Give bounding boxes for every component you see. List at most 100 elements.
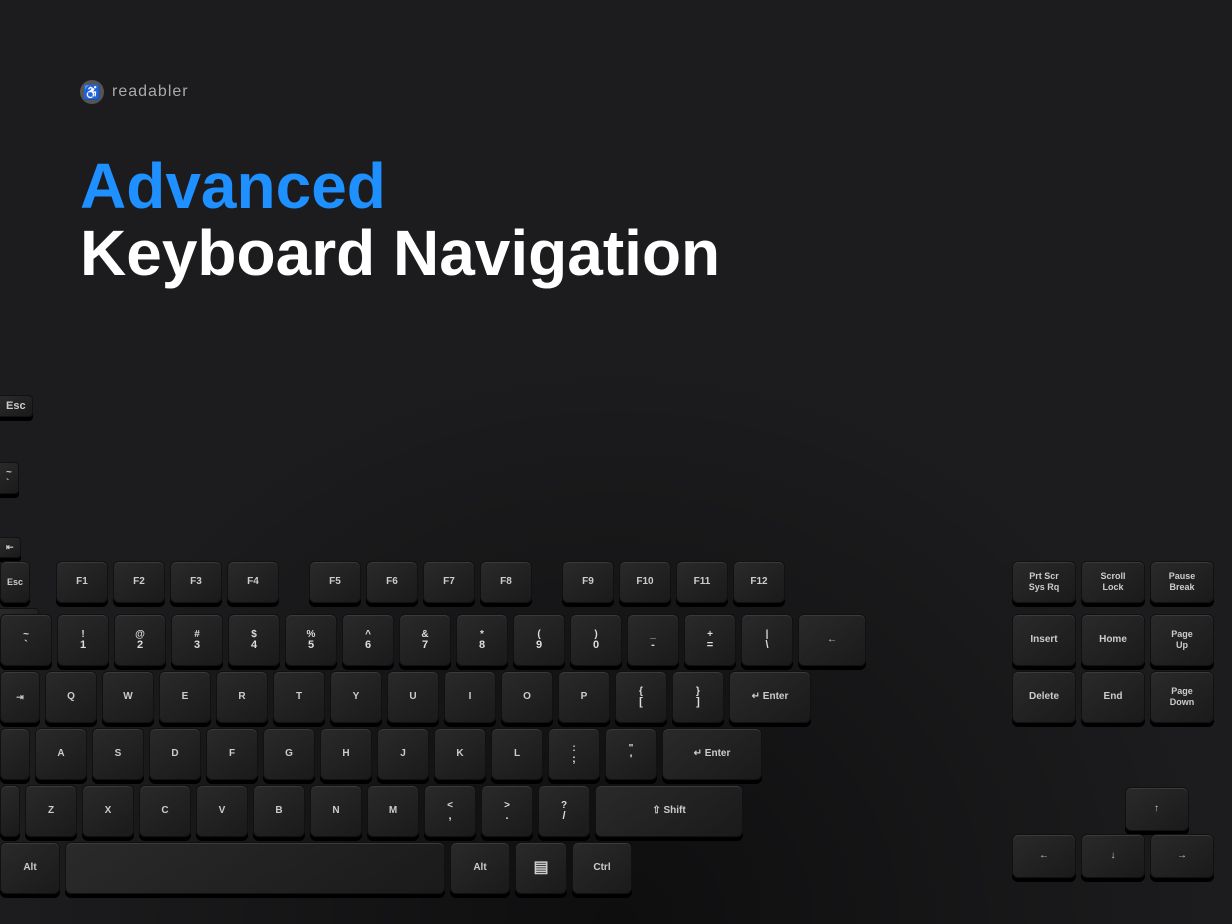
- key-delete[interactable]: Delete: [1012, 671, 1076, 723]
- key-space[interactable]: [65, 842, 445, 894]
- key-enter-wide[interactable]: ↵ Enter: [662, 728, 762, 780]
- key-q[interactable]: Q: [45, 671, 97, 723]
- key-caps-partial[interactable]: [0, 728, 30, 780]
- key-rshift[interactable]: ⇧ Shift: [595, 785, 743, 837]
- key-1[interactable]: ! 1: [57, 614, 109, 666]
- key-period[interactable]: > .: [481, 785, 533, 837]
- key-p[interactable]: P: [558, 671, 610, 723]
- key-8[interactable]: * 8: [456, 614, 508, 666]
- key-f[interactable]: F: [206, 728, 258, 780]
- key-r[interactable]: R: [216, 671, 268, 723]
- key-f4[interactable]: F4: [227, 561, 279, 603]
- key-v[interactable]: V: [196, 785, 248, 837]
- nav-spacer: [1012, 728, 1232, 782]
- key-f12[interactable]: F12: [733, 561, 785, 603]
- key-6[interactable]: ^ 6: [342, 614, 394, 666]
- asdf-row: A S D F G H J K L : ; " ' ↵ Enter: [0, 728, 1000, 780]
- qwerty-row: ⇥ Q W E R T Y U I O P { [ } ] ↵ Enter: [0, 671, 1000, 723]
- key-up[interactable]: ↑: [1125, 787, 1189, 831]
- key-k[interactable]: K: [434, 728, 486, 780]
- key-esc-partial[interactable]: Esc: [0, 561, 30, 603]
- key-rctrl[interactable]: Ctrl: [572, 842, 632, 894]
- key-lbracket[interactable]: { [: [615, 671, 667, 723]
- key-tilde[interactable]: ~ `: [0, 614, 52, 666]
- key-c[interactable]: C: [139, 785, 191, 837]
- label-esc: Esc: [0, 395, 33, 417]
- key-9[interactable]: ( 9: [513, 614, 565, 666]
- key-g[interactable]: G: [263, 728, 315, 780]
- key-u[interactable]: U: [387, 671, 439, 723]
- key-tab-partial[interactable]: ⇥: [0, 671, 40, 723]
- key-f3[interactable]: F3: [170, 561, 222, 603]
- key-ralt[interactable]: Alt: [450, 842, 510, 894]
- nav-del-row: Delete End PageDown: [1012, 671, 1232, 723]
- key-lshift-partial[interactable]: [0, 785, 20, 837]
- key-quote[interactable]: " ': [605, 728, 657, 780]
- nav-ins-row: Insert Home PageUp: [1012, 614, 1232, 666]
- key-e[interactable]: E: [159, 671, 211, 723]
- key-enter[interactable]: ↵ Enter: [729, 671, 811, 723]
- arrow-bottom-row: ← ↓ →: [1012, 834, 1232, 878]
- key-f1[interactable]: F1: [56, 561, 108, 603]
- key-backspace[interactable]: ←: [798, 614, 866, 666]
- key-h[interactable]: H: [320, 728, 372, 780]
- key-home[interactable]: Home: [1081, 614, 1145, 666]
- key-slash[interactable]: ? /: [538, 785, 590, 837]
- key-j[interactable]: J: [377, 728, 429, 780]
- key-right[interactable]: →: [1150, 834, 1214, 878]
- num-row: ~ ` ! 1 @ 2 # 3 $ 4 % 5: [0, 614, 1000, 666]
- key-lalt[interactable]: Alt: [0, 842, 60, 894]
- key-f6[interactable]: F6: [366, 561, 418, 603]
- key-o[interactable]: O: [501, 671, 553, 723]
- space-row: Alt Alt ▤ Ctrl: [0, 842, 1000, 894]
- key-left[interactable]: ←: [1012, 834, 1076, 878]
- key-scroll[interactable]: ScrollLock: [1081, 561, 1145, 603]
- key-equals[interactable]: + =: [684, 614, 736, 666]
- key-backslash[interactable]: | \: [741, 614, 793, 666]
- key-x[interactable]: X: [82, 785, 134, 837]
- key-end[interactable]: End: [1081, 671, 1145, 723]
- key-b[interactable]: B: [253, 785, 305, 837]
- key-f9[interactable]: F9: [562, 561, 614, 603]
- key-f7[interactable]: F7: [423, 561, 475, 603]
- key-f11[interactable]: F11: [676, 561, 728, 603]
- key-i[interactable]: I: [444, 671, 496, 723]
- key-pageup[interactable]: PageUp: [1150, 614, 1214, 666]
- key-f2[interactable]: F2: [113, 561, 165, 603]
- key-pagedown[interactable]: PageDown: [1150, 671, 1214, 723]
- key-pause[interactable]: PauseBreak: [1150, 561, 1214, 603]
- key-f8[interactable]: F8: [480, 561, 532, 603]
- key-f5[interactable]: F5: [309, 561, 361, 603]
- key-n[interactable]: N: [310, 785, 362, 837]
- key-comma[interactable]: < ,: [424, 785, 476, 837]
- key-minus[interactable]: _ -: [627, 614, 679, 666]
- key-insert[interactable]: Insert: [1012, 614, 1076, 666]
- key-s[interactable]: S: [92, 728, 144, 780]
- key-w[interactable]: W: [102, 671, 154, 723]
- key-4[interactable]: $ 4: [228, 614, 280, 666]
- key-a[interactable]: A: [35, 728, 87, 780]
- key-down[interactable]: ↓: [1081, 834, 1145, 878]
- main-keyboard: Esc F1 F2 F3 F4 F5 F6 F7 F8 F9 F10 F11 F…: [0, 561, 1000, 894]
- key-0[interactable]: ) 0: [570, 614, 622, 666]
- arrow-top-row: ↑: [1081, 787, 1232, 831]
- key-menu[interactable]: ▤: [515, 842, 567, 894]
- key-3[interactable]: # 3: [171, 614, 223, 666]
- key-rbracket[interactable]: } ]: [672, 671, 724, 723]
- key-2[interactable]: @ 2: [114, 614, 166, 666]
- key-y[interactable]: Y: [330, 671, 382, 723]
- key-f10[interactable]: F10: [619, 561, 671, 603]
- brand-icon: ♿: [80, 80, 104, 104]
- key-l[interactable]: L: [491, 728, 543, 780]
- key-z[interactable]: Z: [25, 785, 77, 837]
- nav-cluster: Prt ScrSys Rq ScrollLock PauseBreak Inse…: [1012, 561, 1232, 894]
- key-5[interactable]: % 5: [285, 614, 337, 666]
- key-prtscr[interactable]: Prt ScrSys Rq: [1012, 561, 1076, 603]
- title-advanced: Advanced: [80, 154, 720, 218]
- key-t[interactable]: T: [273, 671, 325, 723]
- keyboard: Esc F1 F2 F3 F4 F5 F6 F7 F8 F9 F10 F11 F…: [0, 541, 1232, 924]
- key-d[interactable]: D: [149, 728, 201, 780]
- key-semicolon[interactable]: : ;: [548, 728, 600, 780]
- key-m[interactable]: M: [367, 785, 419, 837]
- key-7[interactable]: & 7: [399, 614, 451, 666]
